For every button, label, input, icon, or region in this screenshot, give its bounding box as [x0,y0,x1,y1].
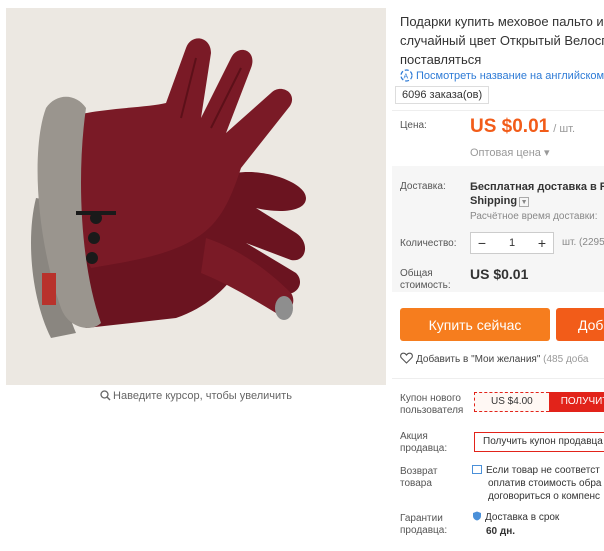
quantity-label: Количество: [400,238,457,249]
quantity-available: шт. (2295 [562,237,604,248]
quantity-stepper: − 1 + [470,232,554,254]
zoom-hint: Наведите курсор, чтобы увеличить [6,390,386,404]
total-label: Общая стоимость: [400,268,451,292]
return-policy-line: Если товар не соответст [486,465,600,476]
seller-promo-label: Акция продавца: [400,431,447,455]
product-title-line: Подарки купить меховое пальто и [400,14,604,29]
add-to-cart-button[interactable]: Доб [556,308,604,341]
guarantee-label-line: продавца: [400,525,448,536]
product-title-line: случайный цвет Открытый Велосп [400,33,604,48]
shipping-method-line: Shipping [470,195,518,207]
seller-guarantee-label: Гарантии продавца: [400,513,447,537]
delivery-estimate: Расчётное время доставки: [470,211,598,222]
total-label-line: Общая [400,268,433,279]
guarantee-label-line: Гарантии [400,513,443,524]
zoom-hint-text: Наведите курсор, чтобы увеличить [113,390,292,402]
shipping-method[interactable]: Бесплатная доставка в Ru Shipping ▼ [470,180,604,208]
price-value: US $0.01/ шт. [470,116,575,138]
price-label: Цена: [400,120,427,131]
shipping-method-line: Бесплатная доставка в Ru [470,181,604,193]
product-title-line: поставляться [400,52,482,67]
price-unit: / шт. [553,123,576,135]
return-policy-text: Если товар не соответст оплатив стоимост… [472,464,601,503]
product-image[interactable] [6,8,386,385]
shield-icon [472,511,482,521]
coupon-amount: US $4.00 [474,392,549,412]
quantity-decrease-button[interactable]: − [471,235,493,251]
return-policy-line: оплатив стоимость обра [488,478,602,489]
promo-label-line: продавца: [400,443,448,454]
chevron-down-icon[interactable]: ▼ [519,197,530,207]
total-label-line: стоимость: [400,280,451,291]
product-title: Подарки купить меховое пальто и случайны… [400,12,604,69]
return-policy-label: Возврат товара [400,466,438,490]
coupon-label-line: пользователя [400,405,464,416]
product-info-panel: Подарки купить меховое пальто и случайны… [392,0,604,551]
return-icon [472,465,482,474]
quantity-input[interactable]: 1 [493,237,531,249]
english-title-link-text[interactable]: Посмотреть название на английском [416,70,604,82]
wishlist-count: (485 доба [543,354,589,365]
svg-text:A: A [404,74,409,81]
promo-label-line: Акция [400,431,428,442]
shipping-label: Доставка: [400,181,446,192]
glove-illustration [6,8,386,385]
guarantee-days: 60 дн. [486,526,516,537]
magnifier-icon [100,390,111,404]
add-to-wishlist-text: Добавить в "Мои желания" [416,354,541,365]
return-label-line: Возврат [400,466,438,477]
heart-plus-icon [400,352,413,367]
buy-now-button[interactable]: Купить сейчас [400,308,550,341]
english-title-link[interactable]: A Посмотреть название на английском [400,69,604,85]
get-coupon-button[interactable]: ПОЛУЧИТЬ [548,392,604,412]
divider [392,110,604,111]
wholesale-price-toggle[interactable]: Оптовая цена ▾ [470,146,549,159]
return-policy-line: договориться о компенс [488,491,601,502]
guarantee-line: Доставка в срок [485,512,560,523]
divider [392,378,604,379]
get-seller-coupon-button[interactable]: Получить купон продавца [474,432,604,452]
total-value: US $0.01 [470,266,529,282]
seller-guarantee-text: Доставка в срок 60 дн. [472,511,559,539]
return-label-line: товара [400,478,432,489]
new-user-coupon-label: Купон нового пользователя [400,393,463,417]
orders-count: 6096 заказа(ов) [395,86,490,104]
new-user-coupon: US $4.00 ПОЛУЧИТЬ [474,392,604,412]
translate-icon: A [400,69,413,85]
quantity-increase-button[interactable]: + [531,235,553,251]
add-to-wishlist[interactable]: Добавить в "Мои желания" (485 доба [400,352,588,367]
price-amount: US $0.01 [470,116,550,137]
coupon-label-line: Купон нового [400,393,461,404]
